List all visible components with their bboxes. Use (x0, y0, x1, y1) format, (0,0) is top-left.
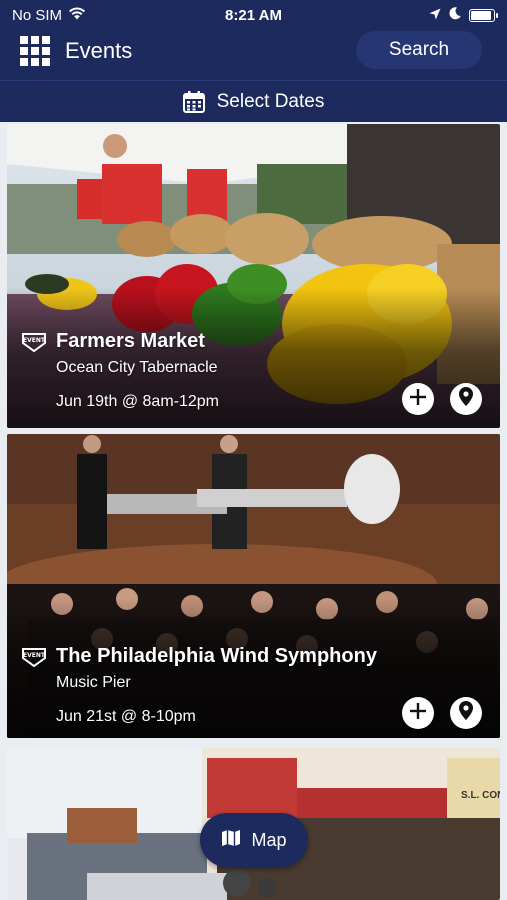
svg-text:EVENT: EVENT (23, 337, 46, 344)
select-dates-label: Select Dates (216, 90, 325, 112)
grid-menu-icon[interactable] (20, 36, 50, 66)
add-event-button[interactable] (402, 383, 434, 415)
event-card[interactable]: EVENT The Philadelphia Wind Symphony Mus… (7, 434, 500, 738)
moon-icon (449, 6, 461, 24)
search-button[interactable]: Search (356, 31, 482, 69)
event-date: Jun 21st @ 8-10pm (56, 708, 196, 725)
event-card[interactable]: EVENT Farmers Market Ocean City Tabernac… (7, 124, 500, 428)
nav-row: Events Search (0, 30, 507, 72)
location-pin-icon (459, 387, 473, 411)
event-venue: Music Pier (56, 674, 131, 691)
status-right (429, 6, 498, 24)
header: No SIM 8:21 AM Events Search Select Date… (0, 0, 507, 122)
location-arrow-icon (429, 7, 441, 24)
event-location-button[interactable] (450, 697, 482, 729)
status-left: No SIM (12, 7, 86, 24)
calendar-icon (182, 90, 205, 113)
plus-icon (409, 388, 427, 411)
event-location-button[interactable] (450, 383, 482, 415)
select-dates-button[interactable]: Select Dates (0, 80, 507, 122)
page-title: Events (65, 38, 133, 63)
event-date: Jun 19th @ 8am-12pm (56, 393, 219, 410)
event-badge-icon: EVENT (21, 646, 47, 668)
map-button[interactable]: Map (200, 813, 308, 867)
wifi-icon (68, 7, 86, 24)
svg-text:EVENT: EVENT (23, 652, 46, 659)
location-pin-icon (459, 701, 473, 725)
map-button-label: Map (251, 829, 287, 850)
event-venue: Ocean City Tabernacle (56, 359, 218, 376)
event-title: The Philadelphia Wind Symphony (56, 645, 377, 667)
status-bar: No SIM 8:21 AM (0, 0, 507, 30)
event-title: Farmers Market (56, 330, 205, 352)
app-screen: No SIM 8:21 AM Events Search Select Date… (0, 0, 507, 900)
event-badge-icon: EVENT (21, 331, 47, 353)
battery-icon (469, 8, 498, 22)
plus-icon (409, 702, 427, 725)
carrier-label: No SIM (12, 6, 63, 24)
battery-fill (471, 10, 491, 20)
shop-sign: S.L. CONNEC (461, 790, 500, 801)
add-event-button[interactable] (402, 697, 434, 729)
map-icon (221, 829, 241, 852)
